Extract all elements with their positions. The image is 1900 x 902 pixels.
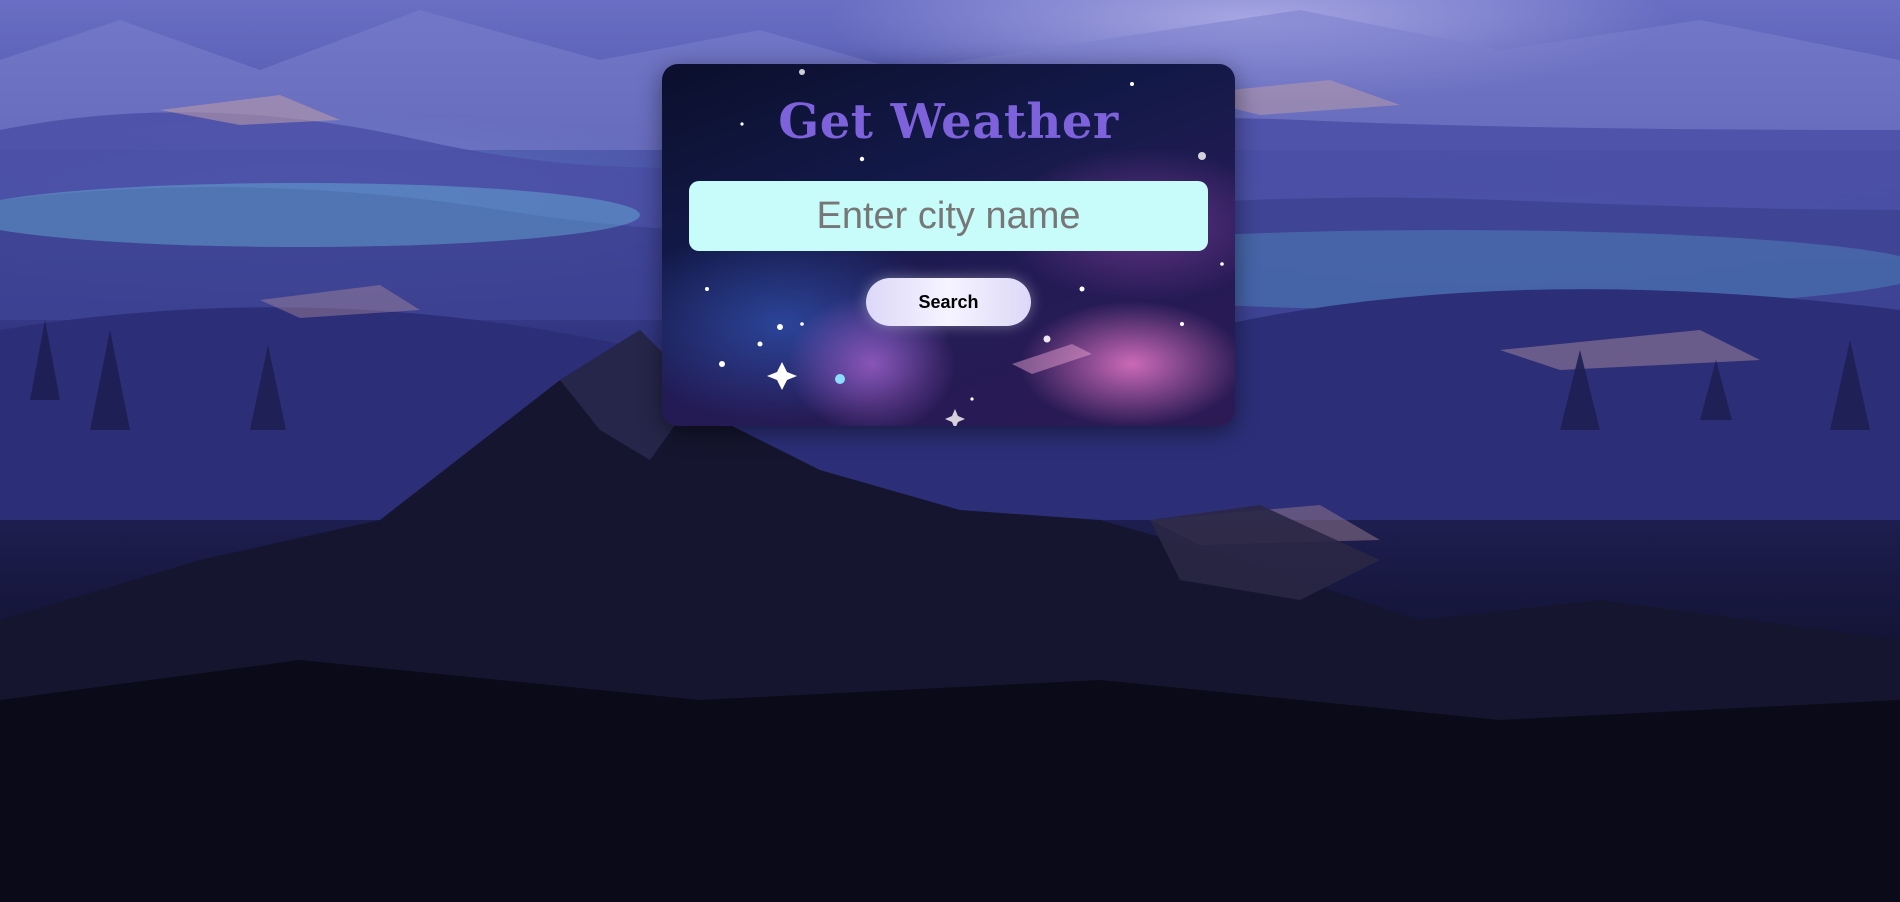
page-title: Get Weather xyxy=(778,94,1119,150)
weather-search-card: Get Weather Search xyxy=(662,64,1235,426)
search-button[interactable]: Search xyxy=(866,278,1031,326)
city-search-input[interactable] xyxy=(689,181,1208,251)
